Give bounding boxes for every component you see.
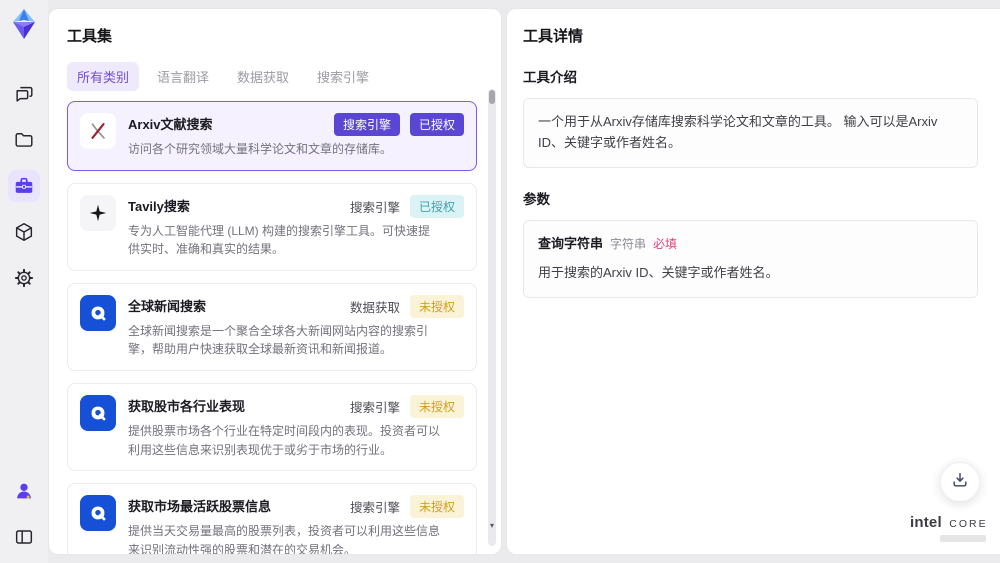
tab-data-acquisition[interactable]: 数据获取: [227, 62, 299, 91]
tool-description: 访问各个研究领域大量科学论文和文章的存储库。: [128, 142, 393, 156]
intro-heading: 工具介绍: [523, 70, 577, 85]
category-badge: 搜索引擎: [333, 113, 400, 136]
sidebar-item-account[interactable]: [8, 475, 40, 507]
brand-name: intel: [910, 514, 942, 531]
tab-search-engine[interactable]: 搜索引擎: [307, 62, 379, 91]
gear-icon: [13, 267, 35, 289]
auth-badge: 已授权: [409, 113, 464, 136]
auth-badge: 已授权: [409, 194, 464, 218]
tool-name: Tavily搜索: [128, 198, 190, 214]
intro-text: 一个用于从Arxiv存储库搜索科学论文和文章的工具。 输入可以是Arxiv ID…: [538, 114, 938, 150]
category-tabs: 所有类别 语言翻译 数据获取 搜索引擎: [67, 62, 477, 91]
sidebar-item-settings[interactable]: [8, 262, 40, 294]
panel-toggle-icon: [13, 526, 35, 548]
category-label: 搜索引擎: [349, 501, 400, 516]
news-search-icon: [80, 294, 116, 331]
tool-card-sector-performance[interactable]: 获取股市各行业表现 搜索引擎 未授权 提供股票市场各个行业在特定时间段内的表现。…: [67, 382, 477, 472]
brand-product: CORE: [949, 518, 988, 530]
tool-detail-panel: 工具详情 工具介绍 一个用于从Arxiv存储库搜索科学论文和文章的工具。 输入可…: [506, 8, 1000, 555]
tool-description: 提供当天交易量最高的股票列表，投资者可以利用这些信息来识别流动性强的股票和潜在的…: [128, 524, 441, 555]
folder-icon: [13, 129, 35, 151]
tab-language-translation[interactable]: 语言翻译: [147, 62, 219, 91]
sidebar-item-chat[interactable]: [8, 78, 40, 110]
sidebar-item-packages[interactable]: [8, 216, 40, 248]
tool-list: Arxiv文献搜索 搜索引擎 已授权 访问各个研究领域大量科学论文和文章的存储库…: [67, 101, 477, 555]
scrollbar-thumb[interactable]: [489, 90, 495, 104]
params-heading: 参数: [523, 191, 550, 207]
sidebar-item-files[interactable]: [8, 124, 40, 156]
tool-card-most-active-stocks[interactable]: 获取市场最活跃股票信息 搜索引擎 未授权 提供当天交易量最高的股票列表，投资者可…: [67, 483, 477, 555]
user-icon: [13, 480, 35, 502]
sidebar-item-tools[interactable]: [8, 170, 40, 202]
tool-name: Arxiv文献搜索: [128, 117, 213, 132]
tool-card-tavily[interactable]: Tavily搜索 搜索引擎 已授权 专为人工智能代理 (LLM) 构建的搜索引擎…: [67, 182, 477, 271]
auth-badge: 未授权: [409, 294, 464, 318]
download-button[interactable]: [940, 462, 980, 502]
list-scrollbar[interactable]: ▾: [488, 89, 496, 546]
news-search-icon: [80, 495, 116, 532]
chat-icon: [13, 83, 35, 105]
news-search-icon: [80, 394, 116, 431]
tool-name: 获取股市各行业表现: [128, 398, 246, 414]
tab-all-categories[interactable]: 所有类别: [67, 62, 140, 91]
app-window: 工具集 所有类别 语言翻译 数据获取 搜索引擎 Arxiv文献搜索 搜索引擎 已…: [0, 0, 1000, 563]
category-label: 数据获取: [349, 300, 400, 315]
logo-gem-icon: [9, 8, 39, 40]
left-sidebar: [0, 0, 48, 563]
toolset-title: 工具集: [67, 28, 113, 45]
arxiv-x-icon: [80, 113, 116, 149]
category-label: 搜索引擎: [349, 200, 400, 215]
toolset-panel: 工具集 所有类别 语言翻译 数据获取 搜索引擎 Arxiv文献搜索 搜索引擎 已…: [48, 8, 502, 555]
auth-badge: 未授权: [409, 394, 464, 418]
tool-description: 提供股票市场各个行业在特定时间段内的表现。投资者可以利用这些信息来识别表现优于或…: [128, 423, 441, 457]
tool-name: 全球新闻搜索: [128, 298, 207, 314]
scrollbar-down-arrow[interactable]: ▾: [488, 521, 496, 530]
intel-core-logo: intel CORE: [910, 514, 986, 542]
detail-title: 工具详情: [523, 28, 584, 45]
tool-description: 专为人工智能代理 (LLM) 构建的搜索引擎工具。可快速提供实时、准确和真实的结…: [128, 223, 431, 257]
tool-name: 获取市场最活跃股票信息: [128, 499, 272, 515]
cube-icon: [13, 221, 35, 243]
brand-subbadge: [940, 535, 986, 542]
tool-card-arxiv[interactable]: Arxiv文献搜索 搜索引擎 已授权 访问各个研究领域大量科学论文和文章的存储库…: [67, 101, 477, 171]
auth-badge: 未授权: [409, 495, 464, 519]
param-required-flag: 必填: [653, 236, 678, 251]
param-description: 用于搜索的Arxiv ID、关键字或作者姓名。: [538, 265, 779, 281]
download-icon: [950, 470, 970, 495]
toolbox-icon: [13, 175, 35, 197]
tool-card-global-news[interactable]: 全球新闻搜索 数据获取 未授权 全球新闻搜索是一个聚合全球各大新闻网站内容的搜索…: [67, 282, 477, 371]
param-box: 查询字符串 字符串 必填 用于搜索的Arxiv ID、关键字或作者姓名。: [523, 219, 978, 299]
param-type: 字符串: [610, 236, 647, 251]
param-name: 查询字符串: [538, 235, 604, 251]
sidebar-item-collapse[interactable]: [8, 521, 40, 553]
tool-description: 全球新闻搜索是一个聚合全球各大新闻网站内容的搜索引擎，帮助用户快速获取全球最新资…: [128, 323, 429, 357]
intro-box: 一个用于从Arxiv存储库搜索科学论文和文章的工具。 输入可以是Arxiv ID…: [523, 98, 978, 168]
category-label: 搜索引擎: [349, 400, 400, 415]
sparkle-icon: [80, 194, 116, 231]
